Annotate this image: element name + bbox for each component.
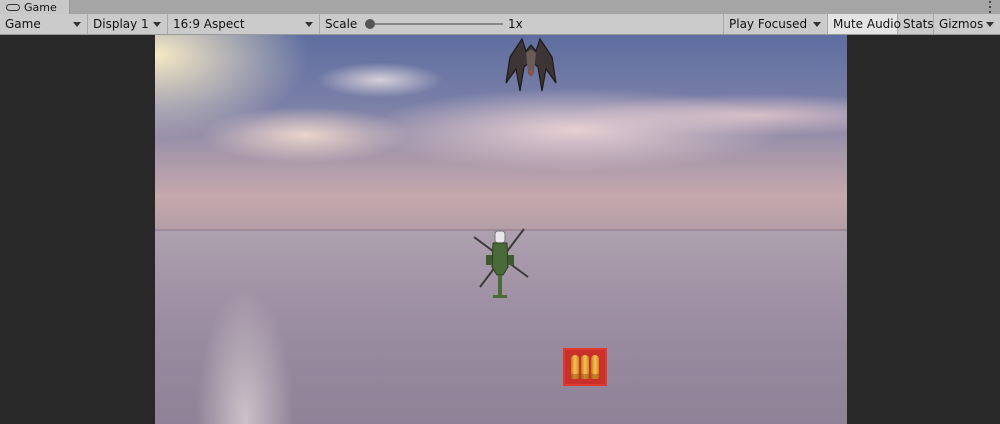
spaceship-icon — [505, 37, 557, 92]
view-mode-dropdown[interactable]: Game — [0, 14, 88, 34]
tab-game-label: Game — [24, 0, 57, 14]
scale-slider[interactable] — [365, 19, 503, 29]
play-mode-dropdown[interactable]: Play Focused — [724, 14, 828, 34]
stats-button[interactable]: Stats — [898, 14, 934, 34]
play-mode-label: Play Focused — [729, 17, 808, 31]
bullet-icon — [571, 355, 579, 379]
game-viewport[interactable] — [155, 35, 847, 424]
aspect-label: 16:9 Aspect — [173, 17, 245, 31]
bullet-icon — [591, 355, 599, 379]
display-dropdown[interactable]: Display 1 — [88, 14, 168, 34]
display-label: Display 1 — [93, 17, 149, 31]
gamepad-icon — [6, 3, 20, 11]
gizmos-dropdown[interactable]: Gizmos — [934, 14, 1000, 34]
view-mode-label: Game — [5, 17, 41, 31]
scale-label: Scale — [325, 17, 358, 31]
bullet-icon — [581, 355, 589, 379]
mute-audio-label: Mute Audio — [833, 17, 901, 31]
helicopter-icon — [473, 228, 529, 298]
scale-slider-handle[interactable] — [365, 19, 375, 29]
more-options-icon[interactable] — [989, 1, 992, 13]
ammo-pickup-icon — [563, 348, 607, 386]
scale-value: 1x — [508, 17, 523, 31]
gizmos-label: Gizmos — [939, 17, 984, 31]
editor-tab-bar: Game — [0, 0, 1000, 14]
game-toolbar: Game Display 1 16:9 Aspect Scale 1x Play… — [0, 14, 1000, 35]
aspect-dropdown[interactable]: 16:9 Aspect — [168, 14, 320, 34]
tab-game[interactable]: Game — [0, 0, 70, 14]
mute-audio-button[interactable]: Mute Audio — [828, 14, 901, 34]
stats-label: Stats — [903, 17, 934, 31]
